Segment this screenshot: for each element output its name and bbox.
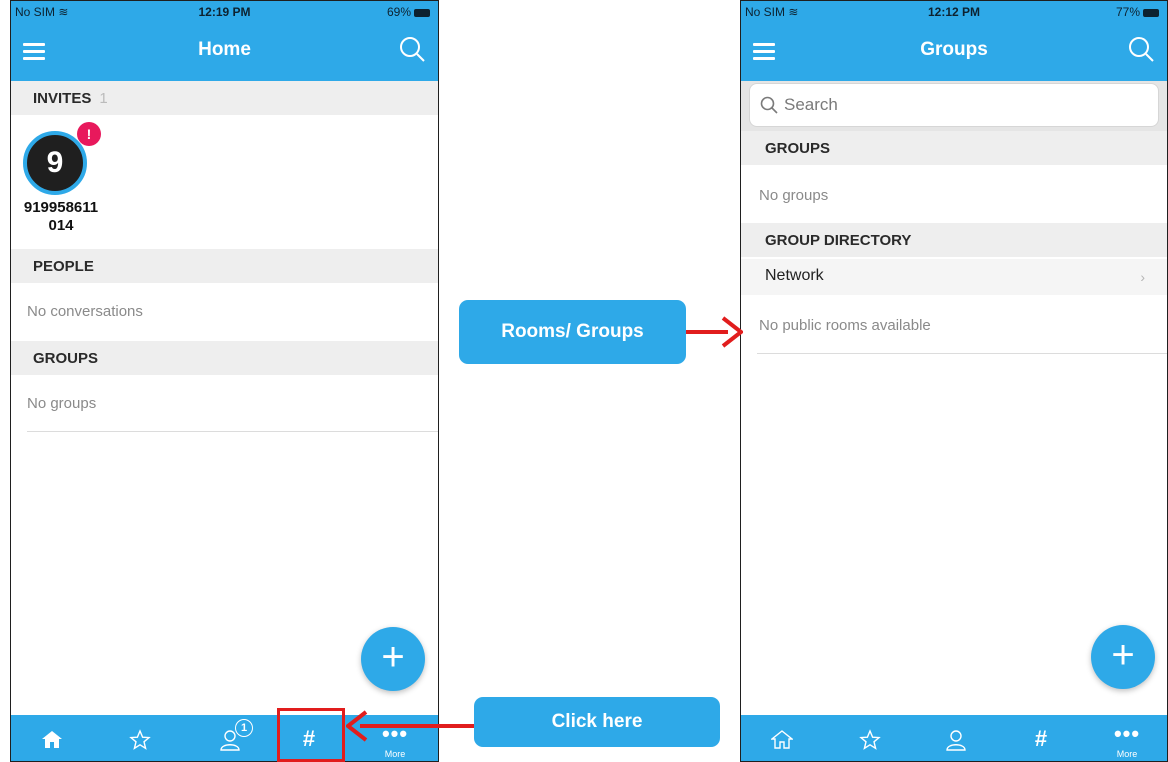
- page-title: Groups: [920, 39, 988, 60]
- tab-people[interactable]: 1: [201, 715, 261, 761]
- people-tab-badge: 1: [235, 719, 253, 737]
- status-bar: No SIM ≋ 12:19 PM 69%: [11, 1, 438, 23]
- add-fab-button[interactable]: +: [361, 627, 425, 691]
- more-label: More: [1116, 749, 1138, 759]
- status-time: 12:12 PM: [927, 5, 981, 19]
- hash-icon: #: [1034, 726, 1048, 751]
- tab-people[interactable]: [927, 715, 987, 761]
- status-bar: No SIM ≋ 12:12 PM 77%: [741, 1, 1167, 23]
- people-empty-text: No conversations: [27, 303, 143, 320]
- tab-bar: # ••• More: [741, 715, 1167, 761]
- page-title: Home: [198, 39, 251, 60]
- status-time: 12:19 PM: [198, 5, 251, 19]
- rooms-groups-callout: Rooms/ Groups: [459, 300, 686, 364]
- nav-bar: Groups: [741, 23, 1167, 81]
- groups-empty-text: No groups: [27, 395, 97, 412]
- search-icon: [760, 96, 778, 114]
- phone-home-screen: No SIM ≋ 12:19 PM 69% Home INVITES 1 9 ! …: [10, 0, 439, 762]
- groups-header: GROUPS: [741, 131, 1167, 165]
- arrow-to-tab-line: [360, 724, 474, 728]
- more-dots-icon: •••: [1113, 721, 1141, 746]
- arrow-left-icon: [346, 710, 368, 742]
- star-icon: [129, 729, 151, 750]
- tab-home[interactable]: [23, 715, 83, 761]
- more-label: More: [384, 749, 406, 759]
- group-directory-header: GROUP DIRECTORY: [741, 223, 1167, 257]
- search-input[interactable]: Search: [749, 83, 1159, 127]
- battery-icon: [414, 8, 430, 17]
- tab-rooms[interactable]: #: [1011, 715, 1071, 761]
- battery-icon: [1143, 8, 1159, 17]
- invite-name-line2: 014: [48, 217, 74, 234]
- tab-more[interactable]: ••• More: [1097, 715, 1157, 761]
- people-header: PEOPLE: [11, 249, 438, 283]
- public-rooms-empty-text: No public rooms available: [759, 317, 931, 334]
- invites-label: INVITES: [33, 90, 92, 107]
- tab-bar: 1 # ••• More: [11, 715, 438, 761]
- invite-alert-badge: !: [77, 122, 101, 146]
- battery-indicator: 77%: [1116, 5, 1159, 19]
- invite-name[interactable]: 919958611 014: [11, 199, 111, 235]
- star-icon: [859, 729, 881, 750]
- invites-count: 1: [99, 90, 108, 107]
- divider: [757, 353, 1167, 354]
- search-icon[interactable]: [398, 35, 426, 63]
- groups-empty-text: No groups: [759, 187, 829, 204]
- invite-avatar[interactable]: 9: [23, 131, 87, 195]
- invite-name-line1: 919958611: [23, 199, 99, 216]
- click-here-callout: Click here: [474, 697, 720, 747]
- add-fab-button[interactable]: +: [1091, 625, 1155, 689]
- tab-more[interactable]: ••• More: [365, 715, 425, 761]
- tab-home[interactable]: [753, 715, 813, 761]
- home-icon: [42, 731, 62, 748]
- chevron-right-icon: ›: [1140, 269, 1145, 285]
- search-icon[interactable]: [1127, 35, 1155, 63]
- network-row[interactable]: Network ›: [741, 259, 1167, 295]
- invites-header: INVITES 1: [11, 81, 438, 115]
- home-icon: [771, 730, 793, 749]
- arrow-right-icon: [721, 316, 743, 348]
- nav-bar: Home: [11, 23, 438, 81]
- person-icon: [946, 730, 966, 751]
- battery-indicator: 69%: [387, 5, 430, 19]
- divider: [27, 431, 438, 432]
- phone-groups-screen: No SIM ≋ 12:12 PM 77% Groups Search GROU…: [740, 0, 1168, 762]
- tab-favourites[interactable]: [841, 715, 901, 761]
- rooms-tab-highlight: [277, 708, 345, 762]
- network-label: Network: [765, 267, 824, 284]
- tab-favourites[interactable]: [111, 715, 171, 761]
- search-placeholder: Search: [784, 95, 838, 114]
- groups-header: GROUPS: [11, 341, 438, 375]
